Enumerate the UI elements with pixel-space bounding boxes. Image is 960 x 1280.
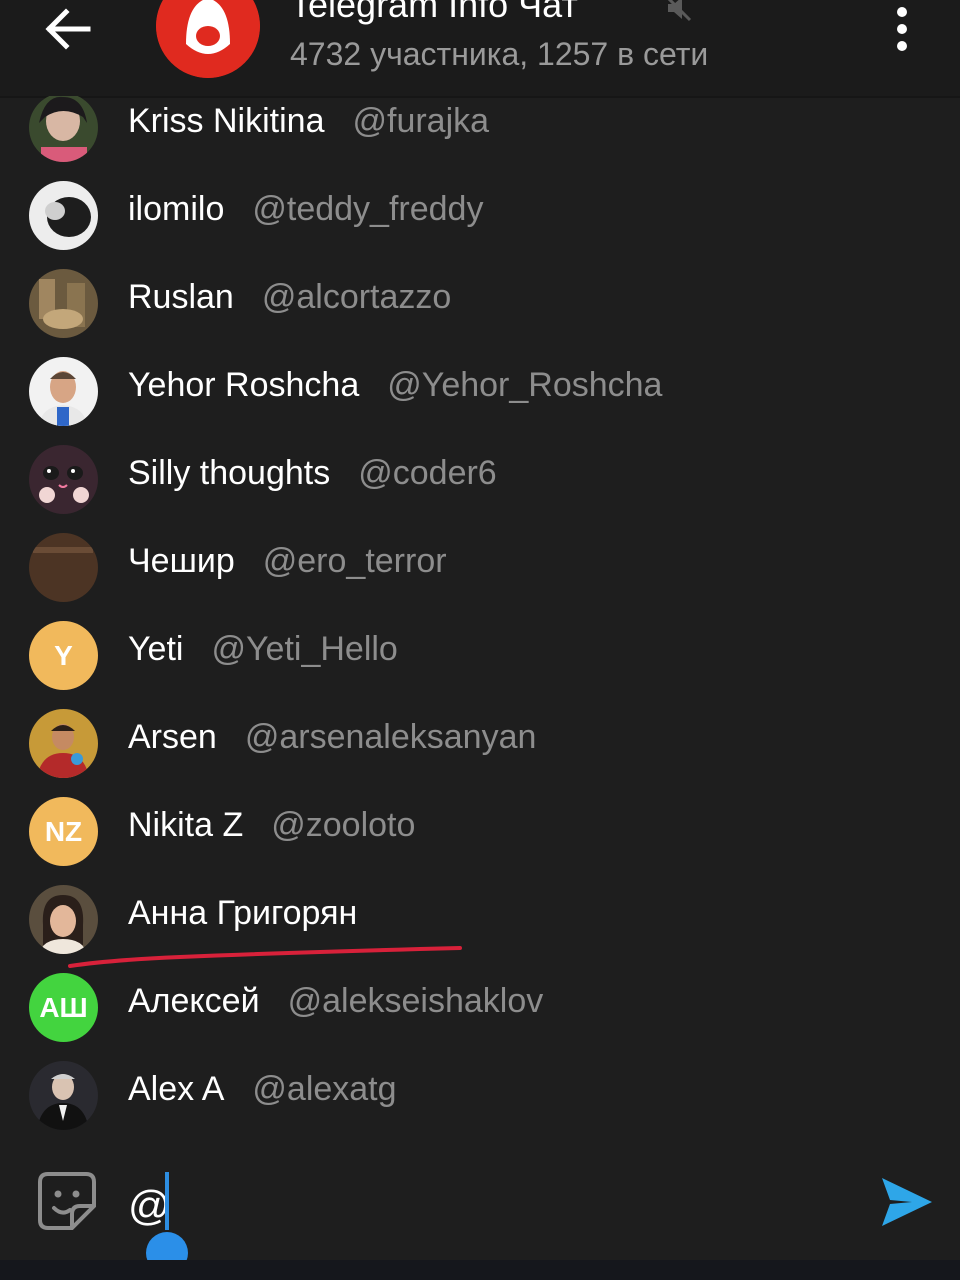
avatar — [29, 1061, 98, 1130]
avatar-initials: Y — [54, 639, 73, 671]
member-count: 4732 участника, 1257 в сети — [290, 36, 709, 72]
text-cursor — [165, 1172, 169, 1230]
member-username: @alcortazzo — [261, 278, 452, 316]
group-avatar[interactable] — [156, 0, 260, 78]
send-icon[interactable] — [880, 1176, 934, 1228]
sticker-icon[interactable] — [36, 1170, 98, 1232]
avatar — [29, 885, 98, 954]
member-name: Алексей — [128, 982, 260, 1020]
member-username: @alexatg — [252, 1070, 397, 1108]
avatar — [29, 709, 98, 778]
avatar — [29, 181, 98, 250]
list-item[interactable]: Ruslan @alcortazzo — [0, 260, 960, 348]
message-composer: @ — [0, 1148, 960, 1274]
chat-header: Telegram Info Чат 4732 участника, 1257 в… — [0, 0, 960, 98]
list-item[interactable]: ilomilo @teddy_freddy — [0, 172, 960, 260]
avatar-initials: NZ — [44, 815, 83, 847]
list-item[interactable]: Arsen @arsenaleksanyan — [0, 700, 960, 788]
list-item[interactable]: Чешир @ero_terror — [0, 524, 960, 612]
list-item[interactable]: АШ Алексей @alekseishaklov — [0, 964, 960, 1052]
avatar — [29, 445, 98, 514]
list-item[interactable]: Yehor Roshcha @Yehor_Roshcha — [0, 348, 960, 436]
member-username: @furajka — [352, 102, 490, 140]
member-name: Yeti — [128, 630, 184, 668]
arrow-left-icon[interactable] — [42, 6, 92, 52]
avatar: Y — [29, 621, 98, 690]
list-item[interactable]: Kriss Nikitina @furajka — [0, 96, 960, 172]
member-name: Nikita Z — [128, 806, 244, 844]
member-username: @arsenaleksanyan — [244, 718, 537, 756]
member-name: Yehor Roshcha — [128, 366, 360, 404]
avatar-initials: АШ — [39, 991, 88, 1023]
member-name: Kriss Nikitina — [128, 102, 325, 140]
member-name: Чешир — [128, 542, 235, 580]
member-username: @alekseishaklov — [287, 982, 544, 1020]
more-vertical-icon[interactable] — [890, 6, 914, 52]
member-username: @coder6 — [358, 454, 497, 492]
avatar: АШ — [29, 973, 98, 1042]
list-item[interactable]: Анна Григорян — [0, 876, 960, 964]
list-item[interactable]: NZ Nikita Z @zooloto — [0, 788, 960, 876]
member-username: @zooloto — [271, 806, 416, 844]
avatar — [29, 269, 98, 338]
avatar: NZ — [29, 797, 98, 866]
list-item[interactable]: Silly thoughts @coder6 — [0, 436, 960, 524]
mention-suggestions-list[interactable]: Kriss Nikitina @furajka ilomilo @teddy_fre… — [0, 96, 960, 1148]
list-item[interactable]: Alex A @alexatg — [0, 1052, 960, 1140]
member-username: @ero_terror — [262, 542, 447, 580]
member-name: Arsen — [128, 718, 217, 756]
member-name: Анна Григорян — [128, 894, 358, 932]
speaker-muted-icon — [667, 0, 692, 22]
member-name: ilomilo — [128, 190, 225, 228]
member-username: @teddy_freddy — [252, 190, 484, 228]
member-name: Alex A — [128, 1070, 225, 1108]
avatar — [29, 357, 98, 426]
navigation-bar — [0, 1260, 960, 1280]
list-item[interactable]: Y Yeti @Yeti_Hello — [0, 612, 960, 700]
member-username: @Yehor_Roshcha — [387, 366, 663, 404]
member-name: Ruslan — [128, 278, 234, 316]
avatar — [29, 96, 98, 162]
avatar — [29, 533, 98, 602]
member-username: @Yeti_Hello — [211, 630, 398, 668]
member-name: Silly thoughts — [128, 454, 331, 492]
chat-title[interactable]: Telegram Info Чат — [290, 0, 578, 26]
